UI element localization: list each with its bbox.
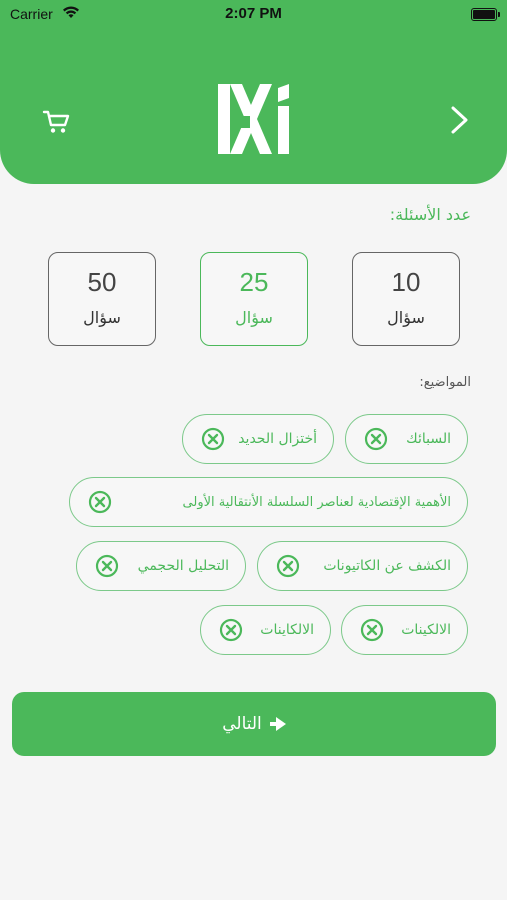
close-circle-icon[interactable] — [201, 427, 225, 451]
topic-chip[interactable]: الالكينات — [341, 605, 468, 655]
topic-chip-label: الأهمية الإقتصادية لعناصر السلسلة الأنتق… — [182, 494, 451, 510]
count-value: 50 — [87, 267, 117, 297]
topic-chip-label: أختزال الحديد — [238, 431, 317, 447]
topic-chip[interactable]: أختزال الحديد — [182, 414, 334, 464]
topic-chip-label: الالكاينات — [260, 622, 314, 638]
battery-icon — [471, 8, 500, 21]
topic-chip[interactable]: السبائك — [345, 414, 468, 464]
topic-chip-label: السبائك — [406, 431, 451, 447]
chevron-right-icon[interactable] — [448, 104, 472, 136]
topic-chip[interactable]: الالكاينات — [200, 605, 331, 655]
count-unit: سؤال — [387, 308, 425, 327]
close-circle-icon[interactable] — [95, 554, 119, 578]
count-value: 10 — [391, 267, 421, 297]
close-circle-icon[interactable] — [364, 427, 388, 451]
close-circle-icon[interactable] — [276, 554, 300, 578]
next-button-label: التالي — [222, 714, 262, 734]
topics-label: المواضيع: — [419, 375, 471, 390]
next-button[interactable]: التالي — [12, 692, 496, 756]
question-count-options: 10 سؤال 25 سؤال 50 سؤال — [0, 252, 507, 348]
count-option-10[interactable]: 10 سؤال — [352, 252, 460, 346]
topic-chip-label: الالكينات — [401, 622, 451, 638]
close-circle-icon[interactable] — [88, 490, 112, 514]
count-value: 25 — [239, 267, 269, 297]
close-circle-icon[interactable] — [219, 618, 243, 642]
count-unit: سؤال — [235, 308, 273, 327]
topic-chip-label: الكشف عن الكاتيونات — [323, 558, 451, 574]
clock: 2:07 PM — [225, 5, 282, 22]
count-option-25[interactable]: 25 سؤال — [200, 252, 308, 346]
topic-chip-label: التحليل الحجمي — [137, 558, 229, 574]
topic-chip[interactable]: التحليل الحجمي — [76, 541, 246, 591]
question-count-label: عدد الأسئلة: — [389, 205, 471, 224]
app-logo — [218, 84, 289, 154]
arrow-right-icon — [269, 717, 286, 731]
status-bar: Carrier 2:07 PM — [0, 0, 507, 30]
count-option-50[interactable]: 50 سؤال — [48, 252, 156, 346]
cart-icon[interactable] — [42, 108, 72, 136]
topic-chip[interactable]: الأهمية الإقتصادية لعناصر السلسلة الأنتق… — [69, 477, 468, 527]
topic-chip[interactable]: الكشف عن الكاتيونات — [257, 541, 468, 591]
count-unit: سؤال — [83, 308, 121, 327]
close-circle-icon[interactable] — [360, 618, 384, 642]
